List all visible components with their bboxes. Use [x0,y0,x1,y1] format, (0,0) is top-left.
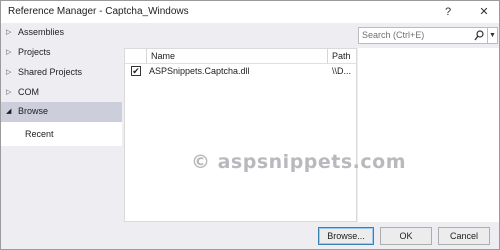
search-icon[interactable] [474,30,484,41]
column-header-name[interactable]: Name [147,49,328,64]
sidebar-item-com[interactable]: ▷ COM [1,83,122,103]
help-button[interactable]: ? [439,4,457,20]
reference-manager-window: Reference Manager - Captcha_Windows ? ✕ … [0,0,500,250]
window-title: Reference Manager - Captcha_Windows [8,6,189,17]
chevron-down-icon: ▼ [489,32,496,39]
sidebar: ▷ Assemblies ▷ Projects ▷ Shared Project… [1,23,122,221]
watermark: © aspsnippets.com [191,151,407,173]
reference-name: ASPSnippets.Captcha.dll [149,66,250,76]
reference-checkbox[interactable]: ✔ [131,66,141,76]
column-header-check [125,49,147,64]
sidebar-subitem-label: Recent [25,129,54,139]
column-header-path[interactable]: Path [328,49,356,64]
ok-button[interactable]: OK [380,227,432,245]
browse-button[interactable]: Browse... [318,227,374,245]
detail-pane [358,48,499,222]
title-bar: Reference Manager - Captcha_Windows ? ✕ [1,1,499,23]
cancel-button[interactable]: Cancel [438,227,490,245]
search-dropdown-button[interactable]: ▼ [488,27,498,44]
sidebar-item-assemblies[interactable]: ▷ Assemblies [1,23,122,43]
chevron-right-icon: ▷ [6,69,12,76]
table-row[interactable]: ✔ ASPSnippets.Captcha.dll \\D... [125,64,356,80]
reference-list: Name Path ✔ ASPSnippets.Captcha.dll \\D.… [124,48,357,222]
sidebar-item-label: Assemblies [18,27,65,37]
sidebar-item-browse[interactable]: ◢ Browse [1,102,122,122]
sidebar-item-shared-projects[interactable]: ▷ Shared Projects [1,63,122,83]
chevron-right-icon: ▷ [6,49,12,56]
sidebar-item-label: Projects [18,47,51,57]
sidebar-item-label: Shared Projects [18,67,83,77]
reference-path: \\D... [332,66,352,76]
sidebar-item-label: Browse [18,106,49,116]
sidebar-item-projects[interactable]: ▷ Projects [1,43,122,63]
chevron-right-icon: ▷ [6,29,12,36]
chevron-down-icon: ◢ [6,108,12,115]
sidebar-subitem-recent[interactable]: Recent [1,122,122,146]
sidebar-item-label: COM [18,87,39,97]
search-placeholder: Search (Ctrl+E) [362,30,425,40]
chevron-right-icon: ▷ [6,89,12,96]
close-button[interactable]: ✕ [475,4,493,20]
search-input[interactable]: Search (Ctrl+E) [358,27,488,44]
